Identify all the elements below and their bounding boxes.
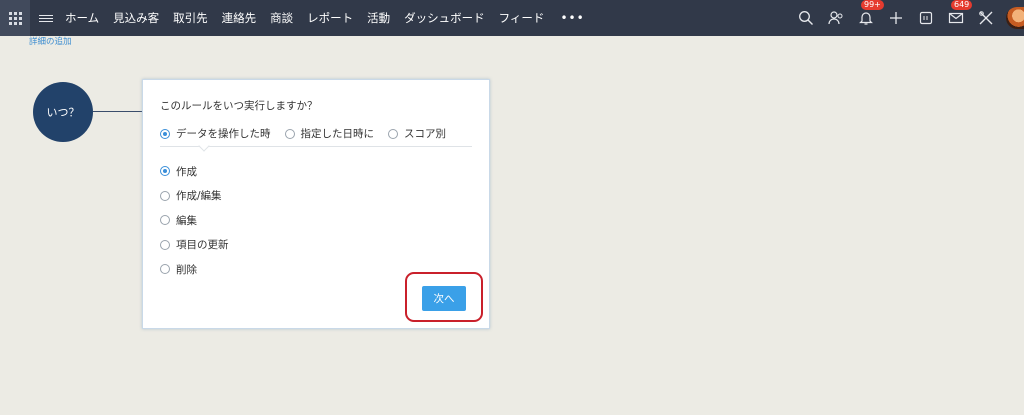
menu-icon[interactable] — [39, 14, 53, 22]
trigger-option-data-operation[interactable]: データを操作した時 — [160, 126, 271, 141]
more-tabs-button[interactable]: ••• — [560, 11, 584, 25]
mail-badge: 649 — [951, 0, 973, 10]
add-icon[interactable] — [887, 9, 905, 27]
action-option-field-update[interactable]: 項目の更新 — [160, 233, 229, 258]
nav-tabs: ホーム 見込み客 取引先 連絡先 商談 レポート 活動 ダッシュボード フィード… — [65, 10, 585, 26]
step-connector-line — [93, 111, 143, 112]
radio-button[interactable] — [160, 190, 170, 201]
action-option-label: 項目の更新 — [176, 239, 229, 252]
next-button[interactable]: 次へ — [422, 286, 466, 311]
top-navigation-bar: ホーム 見込み客 取引先 連絡先 商談 レポート 活動 ダッシュボード フィード… — [0, 0, 1024, 36]
calendar-icon[interactable] — [917, 9, 935, 27]
nav-tab-leads[interactable]: 見込み客 — [113, 10, 159, 26]
nav-tab-reports[interactable]: レポート — [307, 10, 353, 26]
action-radio-group: 作成 作成/編集 編集 項目の更新 削除 — [160, 159, 229, 282]
setup-tools-icon[interactable] — [977, 9, 995, 27]
mail-icon[interactable]: 649 — [947, 0, 973, 27]
radio-button-selected[interactable] — [160, 128, 170, 139]
when-step-node: いつ？ — [33, 82, 93, 142]
action-option-label: 編集 — [176, 214, 197, 227]
trigger-type-radio-group: データを操作した時 指定した日時に スコア別 — [160, 126, 460, 141]
action-option-edit[interactable]: 編集 — [160, 208, 229, 233]
selection-caret — [198, 140, 210, 152]
nav-tab-dashboards[interactable]: ダッシュボード — [404, 10, 485, 26]
nav-tab-home[interactable]: ホーム — [65, 10, 99, 26]
nav-tab-activities[interactable]: 活動 — [367, 10, 390, 26]
nav-tab-contacts[interactable]: 連絡先 — [222, 10, 257, 26]
trigger-option-label: 指定した日時に — [300, 128, 375, 140]
nav-tab-accounts[interactable]: 取引先 — [173, 10, 208, 26]
trigger-option-label: データを操作した時 — [176, 128, 271, 140]
rule-trigger-panel: このルールをいつ実行しますか？ データを操作した時 指定した日時に スコア別 作… — [142, 79, 490, 329]
users-icon[interactable] — [827, 9, 845, 27]
radio-button[interactable] — [160, 239, 170, 250]
notification-bell-icon[interactable]: 99+ — [857, 0, 884, 27]
nav-tab-deals[interactable]: 商談 — [270, 10, 293, 26]
action-option-label: 作成 — [176, 165, 197, 178]
trigger-option-score[interactable]: スコア別 — [388, 126, 446, 141]
radio-button-selected[interactable] — [160, 166, 170, 177]
search-icon[interactable] — [797, 9, 815, 27]
app-launcher-icon[interactable] — [0, 0, 30, 36]
user-avatar[interactable] — [1006, 7, 1024, 29]
radio-button[interactable] — [284, 128, 295, 139]
notification-badge: 99+ — [861, 0, 884, 10]
action-option-delete[interactable]: 削除 — [160, 257, 229, 282]
action-option-label: 削除 — [176, 263, 197, 276]
panel-title: このルールをいつ実行しますか？ — [160, 100, 318, 112]
trigger-option-datetime[interactable]: 指定した日時に — [284, 126, 375, 141]
action-option-create[interactable]: 作成 — [160, 159, 229, 184]
add-details-link[interactable]: 詳細の追加 — [29, 35, 72, 47]
radio-button[interactable] — [160, 215, 170, 226]
action-option-label: 作成/編集 — [176, 190, 222, 203]
radio-button[interactable] — [388, 128, 398, 139]
nav-tab-feeds[interactable]: フィード — [499, 10, 545, 26]
trigger-option-label: スコア別 — [404, 128, 446, 140]
action-option-create-edit[interactable]: 作成/編集 — [160, 184, 229, 209]
nav-utilities: 99+ 649 — [788, 0, 1024, 36]
radio-button[interactable] — [160, 264, 170, 275]
when-step-label: いつ？ — [46, 106, 80, 119]
